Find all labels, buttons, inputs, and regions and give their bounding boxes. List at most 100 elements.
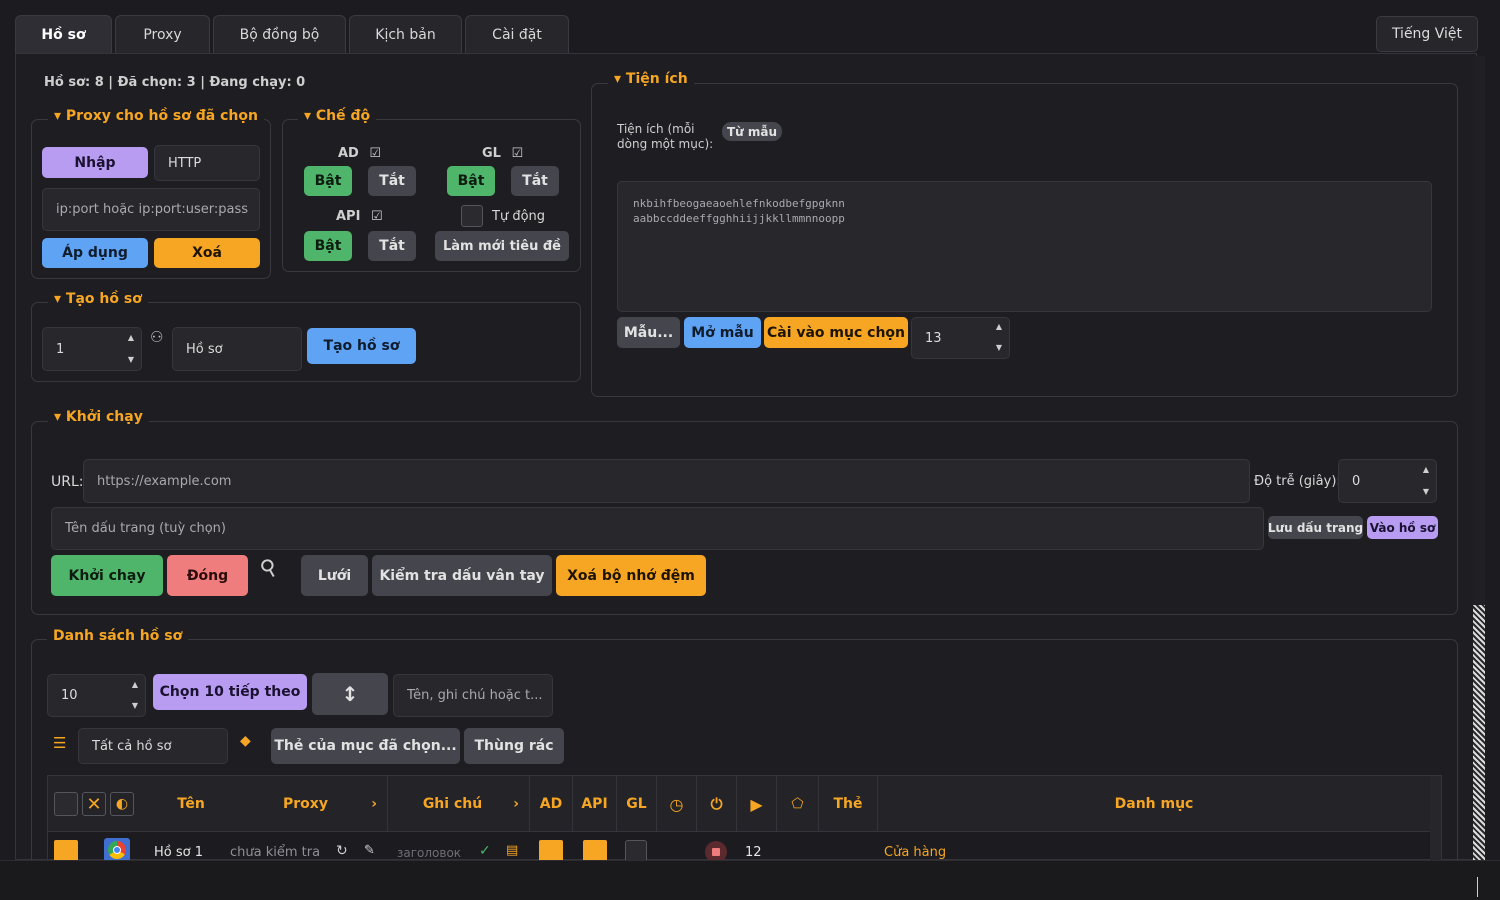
- api-check-icon: ☑: [370, 209, 383, 224]
- extensions-count-input[interactable]: 13 ▲ ▼: [911, 317, 1010, 359]
- from-template-badge[interactable]: Từ mẫu: [722, 122, 782, 141]
- grid-button[interactable]: Lưới: [301, 555, 368, 596]
- row-proxy: chưa kiểm tra: [230, 845, 321, 860]
- trash-label: Thùng rác: [474, 738, 554, 754]
- spin-down-icon[interactable]: ▼: [124, 352, 138, 368]
- tab-profiles[interactable]: Hồ sơ: [15, 15, 112, 54]
- tab-sync-label: Bộ đồng bộ: [239, 27, 320, 43]
- url-input[interactable]: https://example.com: [83, 459, 1250, 503]
- gl-label: GL ☑: [482, 146, 523, 161]
- row-ad-toggle[interactable]: [539, 840, 563, 860]
- filter-sliders-icon[interactable]: ☰: [53, 734, 66, 752]
- selected-tags-button[interactable]: Thẻ của mục đã chọn...: [271, 728, 460, 764]
- deselect-icon[interactable]: ✕: [82, 792, 106, 816]
- edit-icon[interactable]: ✎: [364, 843, 375, 858]
- ad-off-button[interactable]: Tắt: [368, 166, 416, 196]
- profile-search-placeholder: Tên, ghi chú hoặc t...: [407, 688, 543, 703]
- refresh-icon[interactable]: ↻: [336, 843, 348, 859]
- tab-proxy-label: Proxy: [143, 27, 182, 43]
- spin-up-icon[interactable]: ▲: [124, 330, 138, 346]
- stop-icon[interactable]: [705, 841, 727, 860]
- tab-sync[interactable]: Bộ đồng bộ: [213, 15, 346, 54]
- profile-filter-select[interactable]: Tất cả hồ sơ: [78, 728, 228, 764]
- page-size-input[interactable]: 10 ▲ ▼: [47, 674, 146, 717]
- row-select-checkbox[interactable]: [54, 840, 78, 860]
- close-button[interactable]: Đóng: [167, 555, 248, 596]
- spin-up-icon[interactable]: ▲: [992, 319, 1006, 335]
- select-next-label: Chọn 10 tiếp theo: [159, 684, 301, 700]
- power-icon: ⏻: [710, 795, 723, 813]
- create-group-title: Tạo hồ sơ: [65, 291, 142, 307]
- delay-input[interactable]: 0 ▲ ▼: [1338, 459, 1437, 503]
- column-time[interactable]: ◷: [657, 776, 697, 832]
- table-row[interactable]: Hồ sơ 1 chưa kiểm tra ↻ ✎ заголовок ✓ ▤ …: [48, 832, 1430, 860]
- row-api-toggle[interactable]: [583, 840, 607, 860]
- column-api[interactable]: API: [573, 776, 617, 832]
- column-power[interactable]: ⏻: [697, 776, 737, 832]
- resize-handle[interactable]: [1477, 877, 1478, 897]
- fingerprint-check-button[interactable]: Kiểm tra dấu vân tay: [372, 555, 552, 596]
- templates-button[interactable]: Mẫu...: [617, 317, 680, 348]
- open-template-button[interactable]: Mở mẫu: [684, 317, 761, 348]
- column-run[interactable]: ▶: [737, 776, 777, 832]
- ad-label-text: AD: [338, 146, 359, 161]
- create-count-input[interactable]: 1 ▲ ▼: [42, 327, 142, 371]
- create-profile-button[interactable]: Tạo hồ sơ: [307, 328, 416, 364]
- check-icon: ✓: [479, 843, 491, 859]
- sort-toggle-button[interactable]: ↕: [312, 673, 388, 715]
- ad-on-button[interactable]: Bật: [304, 166, 352, 196]
- delete-proxy-button[interactable]: Xoá: [154, 238, 260, 268]
- profile-list-legend: Danh sách hồ sơ: [47, 628, 189, 644]
- scrollbar-thumb[interactable]: [1473, 605, 1485, 860]
- column-label[interactable]: ⬠: [777, 776, 819, 832]
- bookmark-name-input[interactable]: Tên dấu trang (tuỳ chọn): [51, 507, 1264, 550]
- spin-up-icon[interactable]: ▲: [1419, 462, 1433, 478]
- api-on-button[interactable]: Bật: [304, 231, 352, 261]
- spin-up-icon[interactable]: ▲: [128, 677, 142, 693]
- select-all-checkbox[interactable]: [54, 792, 78, 816]
- launch-button[interactable]: Khởi chạy: [51, 555, 163, 596]
- tab-settings[interactable]: Cài đặt: [465, 15, 569, 54]
- profile-search-input[interactable]: Tên, ghi chú hoặc t...: [393, 674, 553, 717]
- column-category[interactable]: Danh mục: [878, 776, 1430, 832]
- open-template-label: Mở mẫu: [691, 324, 754, 341]
- gl-off-button[interactable]: Tắt: [511, 166, 559, 196]
- column-tags[interactable]: Thẻ: [819, 776, 878, 832]
- column-name[interactable]: Tên: [148, 776, 234, 832]
- tab-scripts[interactable]: Kịch bản: [349, 15, 462, 54]
- import-button[interactable]: Nhập: [42, 147, 148, 178]
- column-proxy[interactable]: Proxy ›: [234, 776, 388, 832]
- enter-profile-button[interactable]: Vào hồ sơ: [1367, 516, 1438, 539]
- grid-label: Lưới: [317, 567, 352, 584]
- api-off-button[interactable]: Tắt: [368, 231, 416, 261]
- proxy-input[interactable]: ip:port hoặc ip:port:user:pass: [42, 188, 260, 231]
- tag-icon[interactable]: ◆: [240, 733, 251, 749]
- column-gl[interactable]: GL: [617, 776, 657, 832]
- column-ad[interactable]: AD: [530, 776, 573, 832]
- save-bookmark-button[interactable]: Lưu dấu trang: [1268, 516, 1363, 539]
- refresh-titles-button[interactable]: Làm mới tiêu đề: [435, 231, 569, 261]
- fingerprint-check-label: Kiểm tra dấu vân tay: [379, 567, 545, 584]
- language-select[interactable]: Tiếng Việt: [1376, 16, 1478, 52]
- clipboard-icon[interactable]: ▤: [506, 843, 518, 858]
- proxy-type-select[interactable]: HTTP: [154, 145, 260, 181]
- apply-proxy-label: Áp dụng: [62, 245, 128, 261]
- column-note[interactable]: Ghi chú ›: [388, 776, 530, 832]
- extensions-textarea[interactable]: nkbihfbeogaeaoehlefnkodbefgpgknn aabbccd…: [617, 181, 1432, 312]
- tab-proxy[interactable]: Proxy: [115, 15, 210, 54]
- spin-down-icon[interactable]: ▼: [128, 698, 142, 714]
- spin-down-icon[interactable]: ▼: [1419, 484, 1433, 500]
- clear-cache-button[interactable]: Xoá bộ nhớ đệm: [556, 555, 706, 596]
- row-gl-toggle[interactable]: [625, 840, 647, 860]
- select-next-button[interactable]: Chọn 10 tiếp theo: [153, 674, 307, 710]
- profile-name-input[interactable]: Hồ sơ: [172, 327, 302, 371]
- spin-down-icon[interactable]: ▼: [992, 340, 1006, 356]
- auto-checkbox[interactable]: [461, 205, 483, 227]
- status-text: Hồ sơ: 8 | Đã chọn: 3 | Đang chạy: 0: [44, 75, 306, 90]
- trash-button[interactable]: Thùng rác: [464, 728, 564, 764]
- install-selected-button[interactable]: Cài vào mục chọn: [764, 317, 908, 348]
- apply-proxy-button[interactable]: Áp dụng: [42, 238, 148, 268]
- table-scrollbar[interactable]: [1430, 776, 1441, 860]
- gl-on-button[interactable]: Bật: [447, 166, 495, 196]
- invert-selection-icon[interactable]: ◐: [110, 792, 134, 816]
